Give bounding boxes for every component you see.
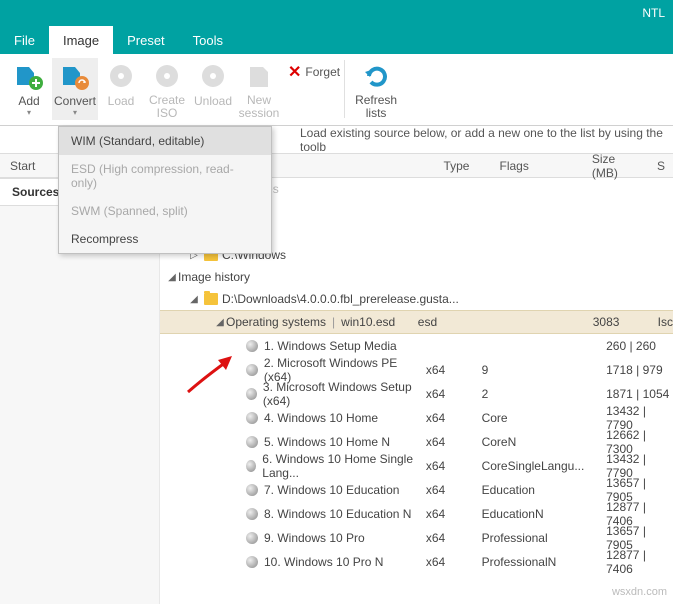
load-icon — [105, 60, 137, 92]
tree-history[interactable]: Image history — [178, 270, 250, 284]
annotation-arrow-2 — [182, 350, 242, 400]
image-row[interactable]: 10. Windows 10 Pro Nx64ProfessionalN1287… — [160, 550, 673, 574]
disk-icon — [246, 436, 258, 448]
convert-button[interactable]: Convert▾ — [52, 58, 98, 120]
unload-button[interactable]: Unload — [190, 58, 236, 120]
menu-tools[interactable]: Tools — [179, 26, 237, 54]
dd-wim[interactable]: WIM (Standard, editable) — [59, 127, 271, 155]
os-label: Operating systems — [226, 315, 326, 329]
add-button[interactable]: Add▾ — [6, 58, 52, 120]
ribbon: Add▾ Convert▾ Load Create ISO Unload New… — [0, 54, 673, 126]
menu-preset[interactable]: Preset — [113, 26, 179, 54]
app-title: NTL — [642, 6, 665, 20]
disk-icon — [246, 508, 258, 520]
os-file: win10.esd — [341, 315, 395, 329]
unload-icon — [197, 60, 229, 92]
convert-icon — [59, 60, 91, 92]
col-size[interactable]: Size (MB) — [584, 152, 649, 180]
refresh-icon — [360, 60, 392, 92]
folder-icon — [204, 293, 218, 305]
forget-button[interactable]: ✕Forget — [288, 62, 340, 82]
image-row[interactable]: 8. Windows 10 Education Nx64EducationN12… — [160, 502, 673, 526]
iso-icon — [151, 60, 183, 92]
load-button[interactable]: Load — [98, 58, 144, 120]
separator — [344, 60, 345, 118]
menu-file[interactable]: File — [0, 26, 49, 54]
add-icon — [13, 60, 45, 92]
col-flags[interactable]: Flags — [491, 159, 583, 173]
dd-recompress[interactable]: Recompress — [59, 225, 271, 253]
disk-icon — [246, 556, 258, 568]
image-row[interactable]: 9. Windows 10 Prox64Professional13657 | … — [160, 526, 673, 550]
menubar: File Image Preset Tools — [0, 26, 673, 54]
disk-icon — [246, 388, 257, 400]
disk-icon — [246, 340, 258, 352]
close-icon: ✕ — [288, 62, 301, 82]
disk-icon — [246, 364, 258, 376]
image-row[interactable]: 6. Windows 10 Home Single Lang...x64Core… — [160, 454, 673, 478]
image-row[interactable]: 4. Windows 10 Homex64Core13432 | 7790 — [160, 406, 673, 430]
col-type[interactable]: Type — [435, 159, 491, 173]
row-operating-systems[interactable]: ◢Operating systems|win10.esd esd 3083 Is… — [160, 310, 673, 334]
titlebar: NTL — [0, 0, 673, 26]
refresh-button[interactable]: Refresh lists — [349, 58, 403, 120]
new-session-icon — [243, 60, 275, 92]
disk-icon — [246, 412, 258, 424]
create-iso-button[interactable]: Create ISO — [144, 58, 190, 120]
menu-image[interactable]: Image — [49, 26, 113, 54]
disk-icon — [246, 460, 256, 472]
new-session-button[interactable]: New session — [236, 58, 282, 120]
disk-icon — [246, 532, 258, 544]
watermark: wsxdn.com — [612, 586, 667, 598]
image-row[interactable]: 7. Windows 10 Educationx64Education13657… — [160, 478, 673, 502]
col-s[interactable]: S — [649, 159, 673, 173]
disk-icon — [246, 484, 258, 496]
col-start[interactable]: Start — [0, 159, 55, 173]
image-row[interactable]: 5. Windows 10 Home Nx64CoreN12662 | 7300 — [160, 430, 673, 454]
dd-swm: SWM (Spanned, split) — [59, 197, 271, 225]
dd-esd: ESD (High compression, read-only) — [59, 155, 271, 197]
convert-dropdown: WIM (Standard, editable) ESD (High compr… — [58, 126, 272, 254]
tree-dpath[interactable]: D:\Downloads\4.0.0.0.fbl_prerelease.gust… — [222, 292, 459, 306]
